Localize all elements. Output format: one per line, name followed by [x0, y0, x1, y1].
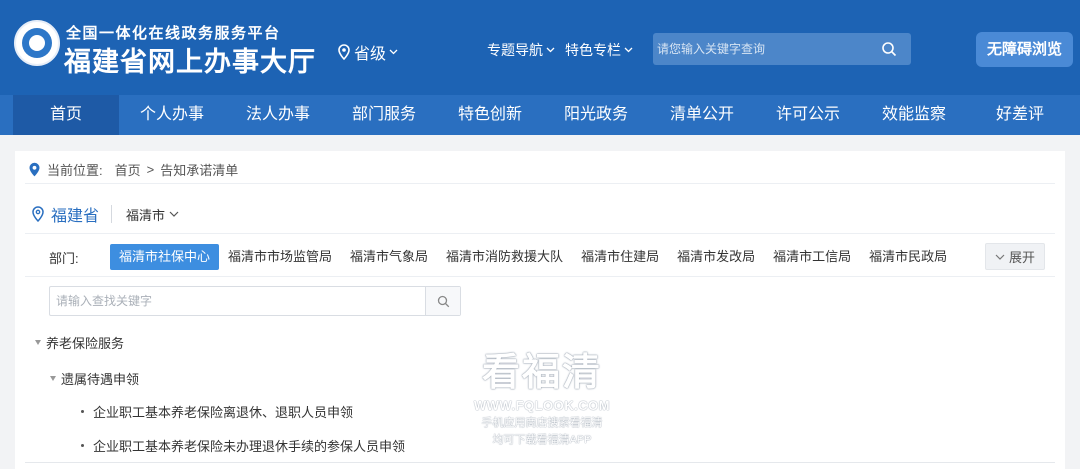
location-pin-icon — [338, 44, 350, 60]
filter-search-button[interactable] — [425, 287, 460, 315]
department-filter-bar: 部门: 福清市社保中心 福清市市场监管局 福清市气象局 福清市消防救援大队 福清… — [25, 233, 1055, 277]
nav-legal-entity[interactable]: 法人办事 — [225, 95, 331, 135]
bullet-icon — [81, 444, 84, 447]
watermark: 看福清 WWW.FQLOOK.COM 手机应用商店搜索看福清 均可下载看福清AP… — [470, 352, 614, 447]
department-tab[interactable]: 福清市工信局 — [764, 244, 860, 270]
nav-list-disclosure[interactable]: 清单公开 — [649, 95, 755, 135]
watermark-line2: 均可下载看福清APP — [492, 434, 592, 446]
watermark-url: WWW.FQLOOK.COM — [473, 398, 611, 413]
location-pin-icon — [32, 206, 44, 222]
chevron-down-icon — [169, 211, 179, 217]
nav-efficiency-supervision[interactable]: 效能监察 — [861, 95, 967, 135]
divider — [25, 462, 1055, 463]
breadcrumb-label: 当前位置: — [47, 163, 103, 178]
site-search — [653, 33, 911, 65]
featured-column-menu[interactable]: 特色专栏 — [565, 40, 633, 60]
breadcrumb: 当前位置: 首页 > 告知承诺清单 — [28, 160, 238, 179]
nav-permit-notice[interactable]: 许可公示 — [755, 95, 861, 135]
region-selector[interactable]: 省级 — [337, 40, 398, 64]
city-name: 福清市 — [126, 207, 166, 223]
chevron-down-icon — [546, 47, 555, 53]
bullet-icon — [81, 410, 84, 413]
tree-leaf-item[interactable]: 企业职工基本养老保险未办理退休手续的参保人员申领 — [81, 436, 405, 455]
nav-innovation[interactable]: 特色创新 — [437, 95, 543, 135]
emblem-logo-icon[interactable] — [14, 20, 60, 66]
tree-leaf-label: 企业职工基本养老保险离退休、退职人员申领 — [93, 405, 354, 420]
divider — [111, 205, 113, 223]
department-tab[interactable]: 福清市市场监管局 — [219, 244, 341, 270]
keyword-filter — [49, 286, 461, 316]
main-navigation: 首页 个人办事 法人办事 部门服务 特色创新 阳光政务 清单公开 许可公示 效能… — [0, 95, 1080, 135]
nav-open-government[interactable]: 阳光政务 — [543, 95, 649, 135]
breadcrumb-current: 告知承诺清单 — [160, 163, 239, 178]
caret-down-icon — [35, 340, 41, 345]
watermark-title: 看福清 — [481, 352, 602, 394]
search-icon — [437, 295, 449, 307]
location-pin-icon — [29, 162, 40, 177]
department-list: 福清市社保中心 福清市市场监管局 福清市气象局 福清市消防救援大队 福清市住建局… — [110, 244, 956, 270]
tree-node-label: 养老保险服务 — [46, 336, 125, 351]
department-tab[interactable]: 福清市发改局 — [668, 244, 764, 270]
chevron-down-icon — [389, 49, 398, 55]
department-tab[interactable]: 福清市住建局 — [572, 244, 668, 270]
tree-node-level1[interactable]: 养老保险服务 — [35, 333, 124, 352]
city-dropdown[interactable]: 福清市 — [126, 205, 179, 224]
location-selector: 福建省 福清市 — [31, 202, 179, 226]
topic-navigation-menu[interactable]: 专题导航 — [487, 40, 555, 60]
department-tab[interactable]: 福清市消防救援大队 — [437, 244, 572, 270]
featured-column-label: 特色专栏 — [565, 42, 621, 58]
keyword-filter-input[interactable] — [50, 287, 426, 315]
breadcrumb-separator: > — [146, 162, 155, 177]
nav-home[interactable]: 首页 — [13, 95, 119, 135]
site-header: 全国一体化在线政务服务平台 福建省网上办事大厅 省级 专题导航 特色专栏 无障碍… — [0, 0, 1080, 95]
region-label: 省级 — [354, 46, 387, 63]
breadcrumb-home-link[interactable]: 首页 — [115, 160, 141, 179]
site-title[interactable]: 福建省网上办事大厅 — [64, 40, 316, 79]
site-search-input[interactable] — [653, 33, 873, 65]
nav-rating[interactable]: 好差评 — [967, 95, 1073, 135]
nav-department-service[interactable]: 部门服务 — [331, 95, 437, 135]
nav-personal[interactable]: 个人办事 — [119, 95, 225, 135]
province-name[interactable]: 福建省 — [51, 202, 99, 226]
expand-button[interactable]: 展开 — [985, 243, 1045, 270]
tree-node-label: 遗属待遇申领 — [61, 372, 140, 387]
tree-leaf-label: 企业职工基本养老保险未办理退休手续的参保人员申领 — [93, 439, 406, 454]
topic-navigation-label: 专题导航 — [487, 42, 543, 58]
chevron-down-icon — [995, 254, 1005, 260]
department-tab[interactable]: 福清市民政局 — [860, 244, 956, 270]
accessibility-button[interactable]: 无障碍浏览 — [976, 32, 1073, 67]
caret-down-icon — [50, 376, 56, 381]
expand-label: 展开 — [1008, 250, 1035, 265]
chevron-down-icon — [624, 47, 633, 53]
search-icon[interactable] — [881, 41, 897, 57]
divider — [25, 183, 1055, 184]
department-tab[interactable]: 福清市社保中心 — [110, 244, 220, 270]
department-tab[interactable]: 福清市气象局 — [341, 244, 437, 270]
department-label: 部门: — [49, 251, 79, 266]
tree-node-level2[interactable]: 遗属待遇申领 — [50, 369, 139, 388]
tree-leaf-item[interactable]: 企业职工基本养老保险离退休、退职人员申领 — [81, 402, 353, 421]
watermark-line1: 手机应用商店搜索看福清 — [481, 417, 603, 429]
